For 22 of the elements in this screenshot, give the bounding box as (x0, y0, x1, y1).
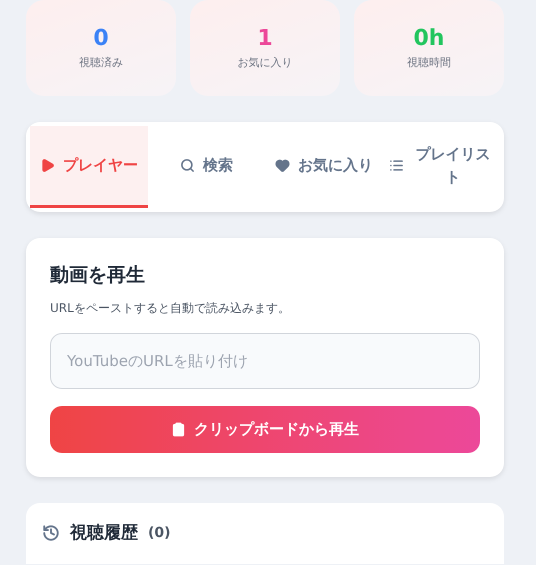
heart-icon (274, 158, 290, 173)
stat-label: 視聴時間 (407, 55, 451, 70)
stat-value: 1 (257, 26, 273, 51)
paste-button[interactable]: クリップボードから再生 (50, 406, 480, 453)
stat-value: 0h (414, 26, 444, 51)
tab[interactable]: プレイリスト (382, 126, 500, 208)
stat-value: 0 (93, 26, 109, 51)
stat-label: 視聴済み (79, 55, 123, 70)
tab[interactable]: 検索 (148, 126, 265, 208)
card-title: 動画を再生 (50, 263, 146, 288)
list-icon (388, 158, 404, 173)
history-icon (42, 524, 60, 542)
search-icon (180, 158, 195, 173)
url-input-field[interactable]: YouTubeのURLを貼り付け (50, 333, 480, 389)
history-title: 視聴履歴 (70, 522, 138, 544)
tab[interactable]: お気に入り (265, 126, 382, 208)
clipboard-icon (171, 422, 186, 437)
history-count: (0) (148, 524, 171, 540)
card-description: URLをペーストすると自動で読み込みます。 (50, 300, 291, 317)
play-icon (40, 158, 55, 173)
stat-label: お気に入り (238, 55, 292, 70)
tab[interactable]: プレイヤー (30, 126, 148, 208)
